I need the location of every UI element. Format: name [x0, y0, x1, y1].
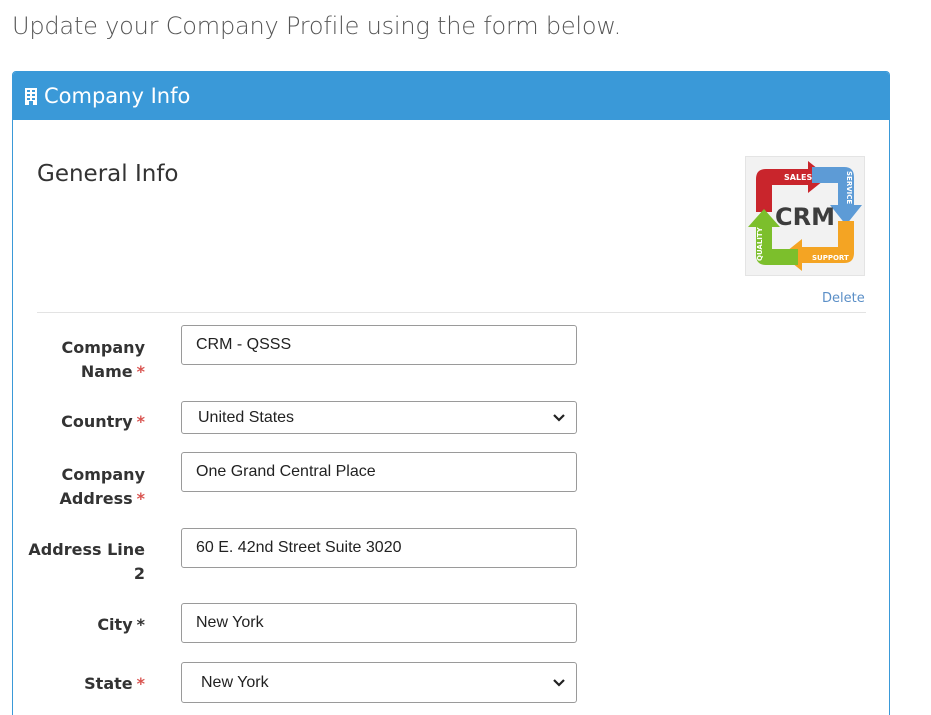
section-title: General Info	[37, 161, 179, 187]
company-info-panel: Company Info General Info CRM SALES SERV…	[12, 71, 890, 715]
country-select-value: United States	[198, 408, 295, 426]
logo-quality-text: QUALITY	[756, 226, 764, 261]
company-name-input[interactable]: CRM - QSSS	[181, 325, 577, 365]
company-name-label: Company Name *	[25, 336, 145, 384]
city-label: City *	[25, 613, 145, 637]
company-logo: CRM SALES SERVICE SUPPORT QUALITY	[745, 156, 865, 276]
state-select-value: New York	[201, 673, 269, 691]
address-line2-input[interactable]: 60 E. 42nd Street Suite 3020	[181, 528, 577, 568]
address-line2-label-line1: Address Line	[28, 540, 145, 559]
state-label: State *	[25, 672, 145, 696]
city-label-text: City	[97, 615, 133, 634]
section-divider	[37, 312, 866, 313]
logo-sales-text: SALES	[784, 173, 813, 182]
chevron-down-icon	[553, 678, 565, 687]
crm-logo-graphic: CRM SALES SERVICE SUPPORT QUALITY	[748, 161, 862, 271]
delete-logo-link[interactable]: Delete	[822, 291, 865, 306]
company-name-label-line1: Company	[61, 338, 145, 357]
company-address-label-line2: Address	[59, 489, 133, 508]
logo-service-text: SERVICE	[845, 171, 853, 204]
state-select[interactable]: New York	[181, 662, 577, 703]
country-label: Country *	[25, 410, 145, 434]
company-address-label: Company Address *	[25, 463, 145, 511]
required-marker: *	[136, 412, 145, 431]
company-name-label-line2: Name	[80, 362, 133, 381]
company-address-input[interactable]: One Grand Central Place	[181, 452, 577, 492]
required-marker: *	[136, 489, 145, 508]
required-marker: *	[136, 615, 145, 634]
page-intro-text: Update your Company Profile using the fo…	[12, 12, 622, 40]
state-label-text: State	[84, 674, 133, 693]
country-label-text: Country	[61, 412, 133, 431]
logo-center-text: CRM	[775, 203, 835, 231]
address-line2-label-line2: 2	[133, 564, 145, 583]
city-input[interactable]: New York	[181, 603, 577, 643]
panel-header: Company Info	[13, 72, 889, 120]
panel-title: Company Info	[44, 84, 191, 108]
required-marker: *	[136, 674, 145, 693]
required-marker: *	[136, 362, 145, 381]
address-line2-label: Address Line 2	[25, 538, 145, 586]
country-select[interactable]: United States	[181, 401, 577, 434]
logo-support-text: SUPPORT	[812, 254, 849, 262]
chevron-down-icon	[553, 413, 565, 422]
company-address-label-line1: Company	[61, 465, 145, 484]
building-icon	[25, 87, 37, 105]
